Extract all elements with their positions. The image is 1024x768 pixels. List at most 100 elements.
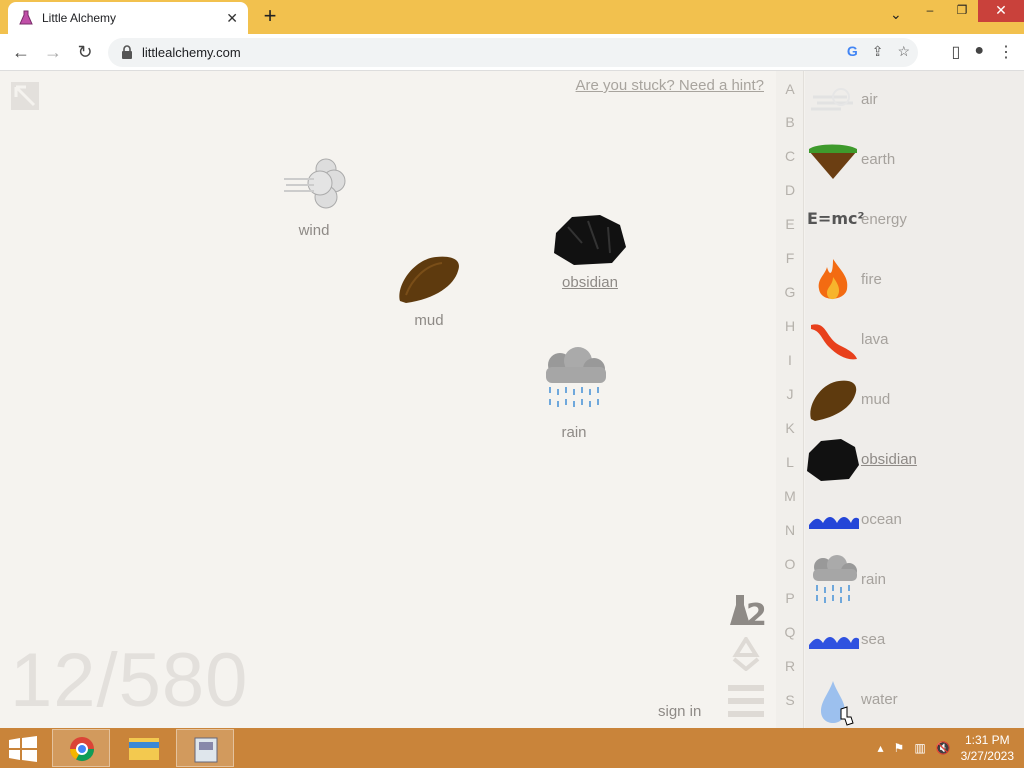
taskbar-chrome[interactable] <box>52 729 110 767</box>
back-arrow-icon[interactable]: ← <box>8 40 34 66</box>
library-item-fire[interactable]: fire <box>805 251 1024 311</box>
element-library: air earth E=mc² energy fire lava mud obs… <box>805 71 1024 728</box>
chrome-icon <box>70 737 94 762</box>
alpha-letter[interactable]: R <box>776 658 804 674</box>
hint-link[interactable]: Are you stuck? Need a hint? <box>576 77 764 94</box>
workspace-element-wind[interactable]: wind <box>282 155 346 239</box>
library-item-label: mud <box>861 391 891 408</box>
library-item-sea[interactable]: sea <box>805 611 1024 671</box>
system-tray: ▴ ⚑ ▥ 🔇 1:31 PM 3/27/2023 <box>878 732 1014 764</box>
browser-tab[interactable]: Little Alchemy ✕ <box>8 2 248 34</box>
library-item-rain[interactable]: rain <box>805 551 1024 611</box>
fire-icon <box>818 259 848 300</box>
clock-time: 1:31 PM <box>964 733 1010 747</box>
tab-title: Little Alchemy <box>42 11 117 25</box>
taskbar-app[interactable] <box>176 729 234 767</box>
alpha-letter[interactable]: G <box>776 284 804 300</box>
library-item-air[interactable]: air <box>805 71 1024 131</box>
alpha-letter[interactable]: P <box>776 590 804 606</box>
tab-bar: Little Alchemy ✕ + ⌄ – ❐ ✕ <box>0 0 1024 34</box>
library-item-label: fire <box>861 271 882 288</box>
side-panel-icon[interactable]: ▯ <box>952 42 961 62</box>
ocean-icon <box>809 517 859 529</box>
library-item-mud[interactable]: mud <box>805 371 1024 431</box>
workspace-element-mud[interactable]: mud <box>396 255 462 329</box>
mud-icon <box>399 256 460 303</box>
library-item-ocean[interactable]: ocean <box>805 491 1024 551</box>
forward-arrow-icon[interactable]: → <box>40 40 66 66</box>
reload-icon[interactable]: ↻ <box>72 40 98 66</box>
lava-icon <box>811 324 857 360</box>
energy-icon: E=mc² <box>807 209 865 228</box>
bookmark-star-icon[interactable]: ☆ <box>897 43 910 60</box>
window-controls: – ❐ ✕ <box>914 0 1024 22</box>
folder-icon <box>129 738 159 760</box>
fullscreen-toggle-icon[interactable] <box>10 81 40 111</box>
alpha-letter[interactable]: F <box>776 250 804 266</box>
workspace[interactable]: Are you stuck? Need a hint? wind mud obs… <box>0 71 776 728</box>
mud-icon <box>810 380 857 421</box>
library-item-earth[interactable]: earth <box>805 131 1024 191</box>
google-icon[interactable]: G <box>847 43 858 60</box>
alpha-letter[interactable]: K <box>776 420 804 436</box>
alpha-letter[interactable]: M <box>776 488 804 504</box>
toolbar-right: ▯ ● ⋮ <box>952 42 1014 62</box>
library-item-energy[interactable]: E=mc² energy <box>805 191 1024 251</box>
workspace-element-rain[interactable]: rain <box>538 347 610 441</box>
sea-icon <box>809 637 859 649</box>
library-item-water[interactable]: water <box>805 671 1024 728</box>
alpha-letter[interactable]: S <box>776 692 804 708</box>
hamburger-menu-icon[interactable] <box>728 683 764 719</box>
sign-in-link[interactable]: sign in <box>658 703 701 720</box>
profile-avatar-icon[interactable]: ● <box>974 42 984 62</box>
alpha-letter[interactable]: A <box>776 81 804 97</box>
flag-icon[interactable]: ⚑ <box>894 741 905 755</box>
flask-two-icon[interactable]: 2 <box>728 591 766 631</box>
tray-expand-icon[interactable]: ▴ <box>878 741 884 755</box>
url-text: littlealchemy.com <box>142 45 241 60</box>
close-window-button[interactable]: ✕ <box>978 0 1024 22</box>
alpha-letter[interactable]: L <box>776 454 804 470</box>
share-icon[interactable]: ⇪ <box>872 43 884 60</box>
library-item-lava[interactable]: lava <box>805 311 1024 371</box>
library-item-label: ocean <box>861 511 902 528</box>
address-bar[interactable]: littlealchemy.com G ⇪ ☆ <box>108 38 918 67</box>
tab-close-button[interactable]: ✕ <box>226 10 238 27</box>
library-item-label: energy <box>861 211 907 228</box>
alpha-letter[interactable]: H <box>776 318 804 334</box>
library-item-label: sea <box>861 631 886 648</box>
new-tab-button[interactable]: + <box>258 5 282 29</box>
lock-icon <box>122 45 132 59</box>
taskbar-file-explorer[interactable] <box>114 729 172 767</box>
alpha-letter[interactable]: B <box>776 114 804 130</box>
element-label: mud <box>414 312 444 329</box>
obsidian-icon <box>554 215 626 265</box>
menu-kebab-icon[interactable]: ⋮ <box>998 42 1014 62</box>
alpha-letter[interactable]: D <box>776 182 804 198</box>
network-icon[interactable]: ▥ <box>914 741 925 755</box>
earth-icon <box>809 144 857 179</box>
minimize-button[interactable]: – <box>914 0 946 22</box>
omnibox-actions: G ⇪ ☆ <box>847 43 910 60</box>
library-item-obsidian[interactable]: obsidian <box>805 431 1024 491</box>
alpha-letter[interactable]: I <box>776 352 804 368</box>
element-counter: 12/580 <box>10 638 249 723</box>
recycle-icon[interactable] <box>728 637 764 671</box>
clock-date: 3/27/2023 <box>960 749 1014 763</box>
element-label: rain <box>561 424 587 441</box>
restore-button[interactable]: ❐ <box>946 0 978 22</box>
workspace-element-obsidian[interactable]: obsidian <box>552 213 628 291</box>
windows-start-icon[interactable] <box>8 736 38 762</box>
tab-search-chevron-icon[interactable]: ⌄ <box>890 6 902 23</box>
alpha-letter[interactable]: J <box>776 386 804 402</box>
alpha-letter[interactable]: O <box>776 556 804 572</box>
library-item-label: air <box>861 91 878 108</box>
clock[interactable]: 1:31 PM 3/27/2023 <box>961 732 1014 764</box>
alpha-letter[interactable]: Q <box>776 624 804 640</box>
alpha-letter[interactable]: N <box>776 522 804 538</box>
air-icon <box>811 88 853 111</box>
rain-icon <box>813 555 857 603</box>
volume-muted-icon[interactable]: 🔇 <box>936 741 951 755</box>
alpha-letter[interactable]: E <box>776 216 804 232</box>
alpha-letter[interactable]: C <box>776 148 804 164</box>
